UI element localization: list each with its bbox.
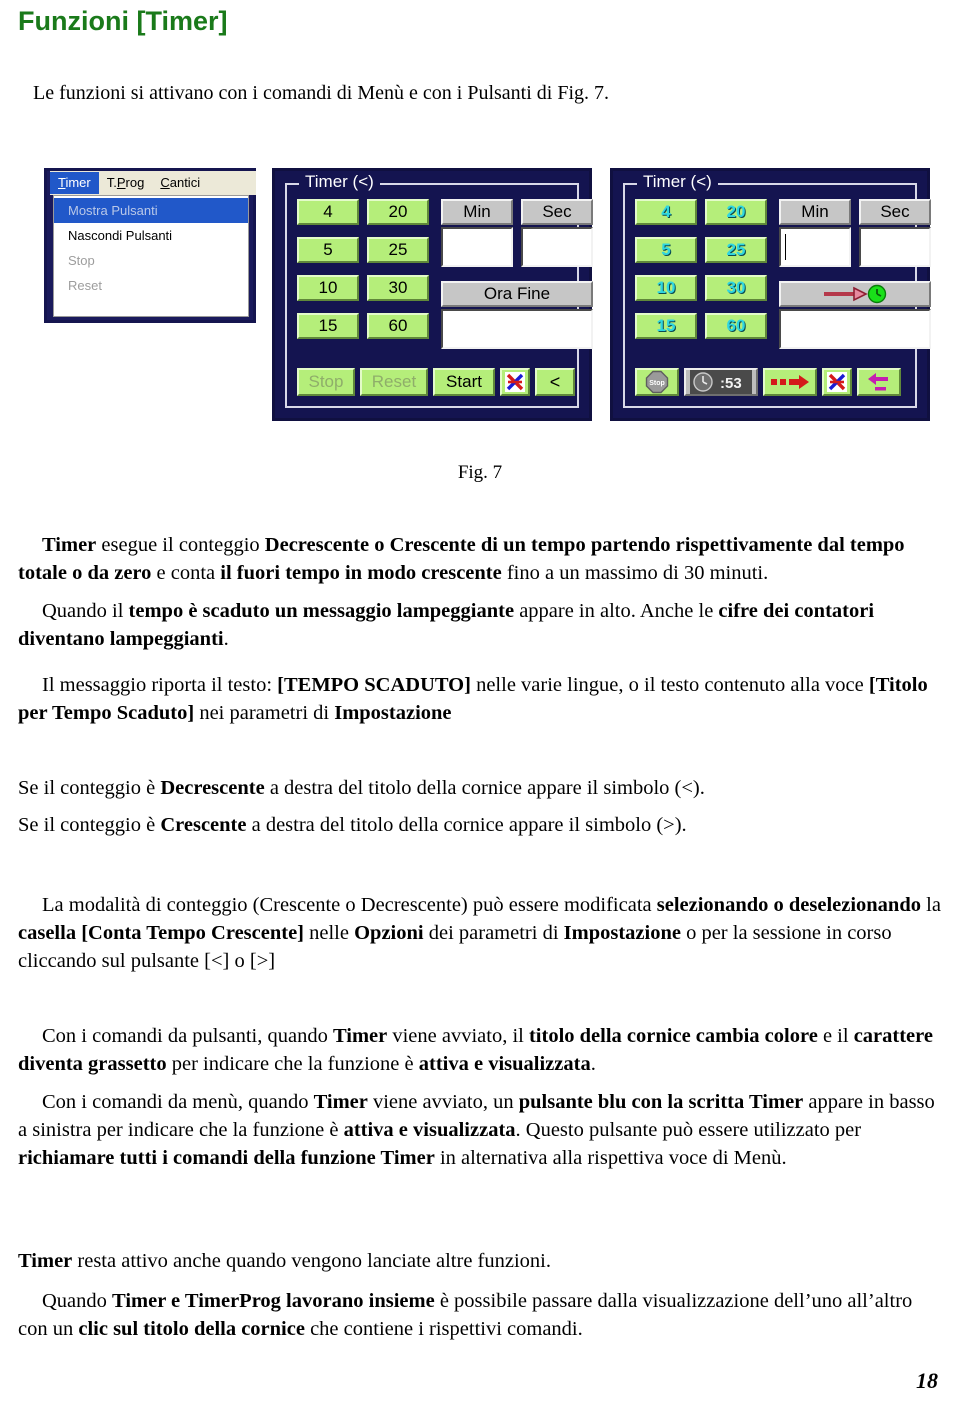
text-block-5: Con i comandi da pulsanti, quando Timer …: [18, 1023, 946, 1079]
timer-dropdown-menu: Mostra Pulsanti Nascondi Pulsanti Stop R…: [53, 195, 249, 317]
svg-text::53: :53: [720, 375, 742, 392]
preset-button-20[interactable]: 20: [367, 199, 429, 225]
page-title: Funzioni [Timer]: [18, 6, 228, 36]
timer-fields-running: Min Sec: [779, 199, 931, 349]
preset-button-30[interactable]: 30: [367, 275, 429, 301]
sec-input-running[interactable]: [859, 227, 931, 267]
paragraph-7: Con i comandi da pulsanti, quando Timer …: [18, 1025, 933, 1075]
preset-column-1-running: 4 5 10 15: [635, 199, 697, 351]
paragraph-6: La modalità di conteggio (Crescente o De…: [18, 894, 941, 972]
text-block-2: Il messaggio riporta il testo: [TEMPO SC…: [18, 672, 946, 728]
preset-button-25-active[interactable]: 25: [705, 237, 767, 263]
text-block-7: Timer resta attivo anche quando vengono …: [18, 1248, 946, 1276]
ora-fine-input[interactable]: [441, 309, 593, 349]
min-label-running[interactable]: Min: [779, 199, 851, 225]
preset-button-4[interactable]: 4: [297, 199, 359, 225]
timer-fields-idle: Min Sec Ora Fine: [441, 199, 593, 349]
timer-groupbox-running: Timer (<) 4 5 10 15 20 25 30 60 Min Sec …: [623, 172, 931, 408]
timer-action-row-idle: Stop Reset Start <: [297, 368, 575, 396]
menubar-item-timer[interactable]: Timer: [50, 172, 99, 194]
preset-button-60[interactable]: 60: [367, 313, 429, 339]
preset-button-60-active[interactable]: 60: [705, 313, 767, 339]
preset-button-15-active[interactable]: 15: [635, 313, 697, 339]
ora-fine-label[interactable]: Ora Fine: [441, 281, 593, 307]
preset-button-5[interactable]: 5: [297, 237, 359, 263]
text-block-4: La modalità di conteggio (Crescente o De…: [18, 892, 946, 976]
preset-button-10-active[interactable]: 10: [635, 275, 697, 301]
menu-bar: Timer T.Prog Cantici: [50, 171, 256, 195]
text-caret: [785, 234, 786, 260]
figure-7: Timer T.Prog Cantici Mostra Pulsanti Nas…: [0, 160, 960, 430]
timer-panel-idle: Timer (<) 4 5 10 15 20 25 30 60 Min Sec …: [272, 168, 593, 421]
preset-button-4-active[interactable]: 4: [635, 199, 697, 225]
min-input[interactable]: [441, 227, 513, 267]
timer-groupbox-title-running[interactable]: Timer (<): [637, 172, 718, 192]
menu-item-nascondi-pulsanti[interactable]: Nascondi Pulsanti: [54, 223, 248, 248]
text-block-8: Quando Timer e TimerProg lavorano insiem…: [18, 1288, 946, 1344]
cancel-x-icon[interactable]: [500, 368, 530, 396]
arrow-to-green-clock-icon[interactable]: [779, 281, 931, 307]
stop-button: Stop: [297, 368, 355, 396]
preset-button-5-active[interactable]: 5: [635, 237, 697, 263]
timer-groupbox-title[interactable]: Timer (<): [299, 172, 380, 192]
paragraph-1: Timer esegue il conteggio Decrescente o …: [18, 534, 905, 584]
menubar-item-tprog[interactable]: T.Prog: [99, 172, 153, 194]
cancel-x-icon-running[interactable]: [822, 368, 852, 396]
min-label[interactable]: Min: [441, 199, 513, 225]
text-block-6: Con i comandi da menù, quando Timer vien…: [18, 1089, 946, 1173]
menu-item-stop: Stop: [68, 253, 95, 268]
start-button[interactable]: Start: [433, 368, 495, 396]
menu-panel: Timer T.Prog Cantici Mostra Pulsanti Nas…: [44, 168, 256, 323]
stop-octagon-icon[interactable]: Stop: [635, 368, 679, 396]
svg-text:Stop: Stop: [649, 380, 665, 387]
paragraph-8: Con i comandi da menù, quando Timer vien…: [18, 1091, 935, 1169]
sec-label-running[interactable]: Sec: [859, 199, 931, 225]
intro-paragraph: Le funzioni si attivano con i comandi di…: [33, 82, 610, 104]
preset-button-30-active[interactable]: 30: [705, 275, 767, 301]
paragraph-4: Se il conteggio è Decrescente a destra d…: [18, 777, 705, 799]
timer-panel-running: Timer (<) 4 5 10 15 20 25 30 60 Min Sec …: [610, 168, 931, 421]
clock-display-button[interactable]: :53: [684, 368, 758, 396]
preset-button-10[interactable]: 10: [297, 275, 359, 301]
paragraph-2: Quando il tempo è scaduto un messaggio l…: [18, 599, 875, 650]
paragraph-10: Quando Timer e TimerProg lavorano insiem…: [18, 1290, 913, 1340]
preset-column-2-running: 20 25 30 60: [705, 199, 767, 351]
timer-action-row-running: Stop :53: [635, 368, 901, 396]
text-block-3: Se il conteggio è Decrescente a destra d…: [18, 775, 946, 840]
paragraph-5: Se il conteggio è Crescente a destra del…: [18, 813, 687, 836]
menu-item-reset: Reset: [68, 278, 102, 293]
paragraph-9: Timer resta attivo anche quando vengono …: [18, 1250, 551, 1272]
magenta-back-arrow-icon[interactable]: [857, 368, 901, 396]
menubar-item-cantici[interactable]: Cantici: [152, 172, 208, 194]
sec-label[interactable]: Sec: [521, 199, 593, 225]
figure-caption: Fig. 7: [457, 462, 503, 483]
preset-column-2: 20 25 30 60: [367, 199, 429, 351]
menu-item-mostra-pulsanti[interactable]: Mostra Pulsanti: [54, 198, 248, 223]
decrement-mode-button[interactable]: <: [535, 368, 575, 396]
preset-button-20-active[interactable]: 20: [705, 199, 767, 225]
paragraph-3: Il messaggio riporta il testo: [TEMPO SC…: [18, 674, 928, 724]
sec-input[interactable]: [521, 227, 593, 267]
reset-button: Reset: [360, 368, 428, 396]
timer-groupbox-idle: Timer (<) 4 5 10 15 20 25 30 60 Min Sec …: [285, 172, 593, 408]
ora-fine-input-running[interactable]: [779, 309, 931, 349]
preset-button-15[interactable]: 15: [297, 313, 359, 339]
text-block-1: Timer esegue il conteggio Decrescente o …: [18, 532, 946, 654]
red-arrow-icon[interactable]: [763, 368, 817, 396]
preset-column-1: 4 5 10 15: [297, 199, 359, 351]
preset-button-25[interactable]: 25: [367, 237, 429, 263]
min-input-running[interactable]: [779, 227, 851, 267]
page-number: 18: [916, 1368, 938, 1393]
